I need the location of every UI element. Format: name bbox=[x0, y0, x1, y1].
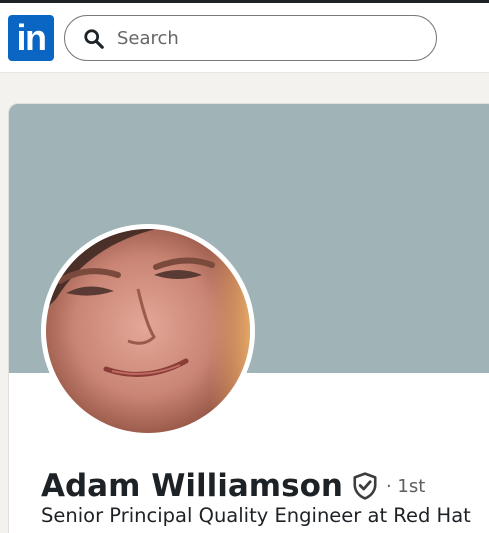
search-icon bbox=[84, 29, 104, 49]
profile-card: Adam Williamson · 1st Senior Principal Q… bbox=[8, 103, 489, 533]
shield-check-icon[interactable] bbox=[352, 472, 378, 500]
avatar-frame bbox=[41, 224, 255, 438]
profile-name-row: Adam Williamson · 1st bbox=[41, 465, 425, 507]
linkedin-logo[interactable]: in bbox=[8, 15, 54, 61]
search-input[interactable] bbox=[117, 24, 417, 52]
connection-degree: · 1st bbox=[385, 475, 426, 497]
avatar[interactable] bbox=[46, 229, 250, 433]
search-bar[interactable] bbox=[64, 15, 437, 61]
top-nav-bar: in bbox=[0, 3, 489, 73]
profile-name: Adam Williamson bbox=[41, 468, 343, 504]
profile-headline: Senior Principal Quality Engineer at Red… bbox=[41, 504, 471, 527]
